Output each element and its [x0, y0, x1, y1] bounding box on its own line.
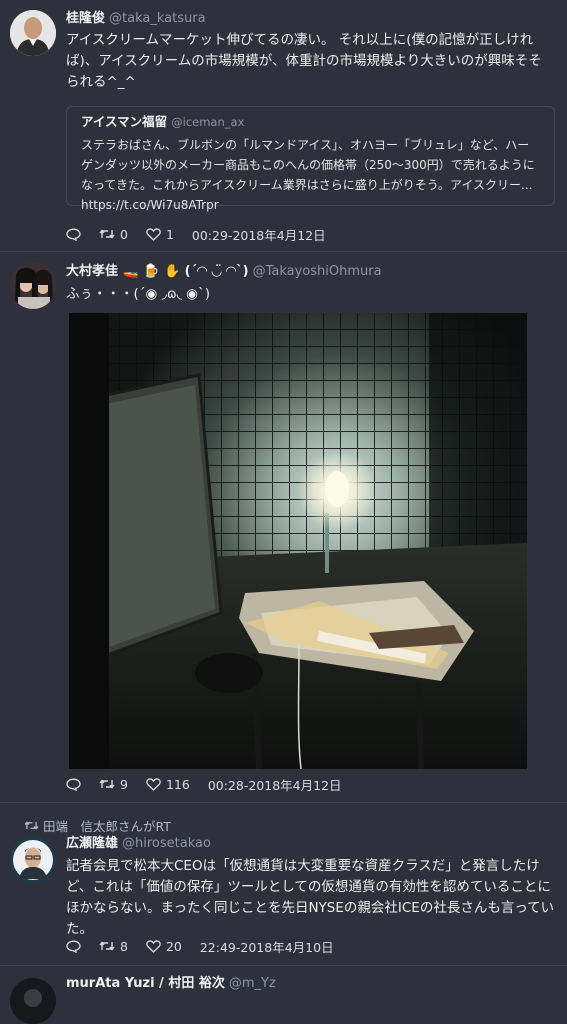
retweeted-by-label[interactable]: 田端 信太郎さんがRT [43, 816, 171, 835]
retweet-icon [99, 229, 115, 239]
username[interactable]: @hirosetakao [122, 836, 211, 851]
like-count: 116 [165, 776, 190, 792]
quoted-tweet-text: ステラおばさん、ブルボンの「ルマンドアイス」、オハヨー「ブリュレ」など、ハーゲン… [81, 138, 535, 212]
tweet-text: ふぅ・・・(´◉ ◞ɷ◟ ◉`) [66, 286, 210, 302]
reply-button[interactable] [66, 228, 81, 241]
retweet-icon [99, 779, 115, 789]
reply-icon [66, 778, 81, 791]
like-count: 20 [165, 938, 182, 954]
reply-icon [66, 228, 81, 241]
retweet-icon [24, 821, 39, 830]
retweet-count: 9 [120, 776, 128, 792]
quoted-username[interactable]: @iceman_ax [171, 115, 244, 129]
quoted-tweet-header: アイスマン福留 @iceman_ax [81, 113, 540, 132]
display-name[interactable]: 大村孝佳 🚤 🍺 ✋ (´◠ ◡̈ ◠`) [66, 264, 249, 279]
retweet-count: 0 [120, 226, 128, 242]
tweet[interactable]: 田端 信太郎さんがRT 広瀬隆雄 @hirosetakao 記者会見で松本大CEO… [0, 802, 567, 965]
tweet[interactable]: 大村孝佳 🚤 🍺 ✋ (´◠ ◡̈ ◠`) @TakayoshiOhmura ふぅ… [0, 251, 567, 802]
username[interactable]: @taka_katsura [109, 11, 206, 26]
like-button[interactable]: 116 [146, 777, 190, 792]
tweet-header: 大村孝佳 🚤 🍺 ✋ (´◠ ◡̈ ◠`) @TakayoshiOhmura [66, 263, 555, 281]
username[interactable]: @m_Yz [229, 976, 276, 991]
username[interactable]: @TakayoshiOhmura [253, 264, 382, 279]
retweet-count: 8 [120, 938, 128, 954]
like-count: 1 [165, 226, 174, 242]
heart-icon [146, 777, 161, 791]
avatar[interactable] [10, 978, 56, 1024]
tweet-header: 広瀬隆雄 @hirosetakao [66, 835, 555, 853]
tweet-photo[interactable] [69, 313, 527, 769]
reply-button[interactable] [66, 940, 81, 953]
like-button[interactable]: 1 [146, 227, 174, 242]
avatar[interactable] [10, 10, 56, 56]
retweet-icon [99, 941, 115, 951]
tweet-actions: 9 116 00:28-2018年4月12日 [66, 774, 342, 794]
avatar[interactable] [10, 263, 56, 309]
heart-icon [146, 939, 161, 953]
retweet-button[interactable]: 0 [99, 227, 128, 242]
display-name[interactable]: 桂隆俊 [66, 11, 105, 26]
tweet-actions: 8 20 22:49-2018年4月10日 [66, 936, 334, 956]
heart-icon [146, 227, 161, 241]
display-name[interactable]: 広瀬隆雄 [66, 836, 118, 851]
tweet-text: アイスクリームマーケット伸びてるの凄い。 それ以上に(僕の記憶が正しければ)、ア… [66, 32, 542, 90]
reply-icon [66, 940, 81, 953]
timestamp[interactable]: 00:29-2018年4月12日 [192, 225, 326, 244]
tweet[interactable]: 桂隆俊 @taka_katsura アイスクリームマーケット伸びてるの凄い。 それ… [0, 0, 567, 251]
avatar[interactable] [10, 837, 56, 883]
display-name[interactable]: murAta Yuzi / 村田 裕次 [66, 976, 225, 991]
quoted-display-name[interactable]: アイスマン福留 [81, 114, 167, 129]
timestamp[interactable]: 00:28-2018年4月12日 [208, 775, 342, 794]
retweeted-by: 田端 信太郎さんがRT [24, 816, 171, 835]
tweet-actions: 0 1 00:29-2018年4月12日 [66, 224, 326, 244]
tweet-header: murAta Yuzi / 村田 裕次 @m_Yz [66, 975, 555, 993]
quoted-tweet[interactable]: アイスマン福留 @iceman_ax ステラおばさん、ブルボンの「ルマンドアイス」… [66, 106, 555, 212]
tweet[interactable]: murAta Yuzi / 村田 裕次 @m_Yz [0, 965, 567, 1024]
retweet-button[interactable]: 8 [99, 939, 128, 954]
tweet-header: 桂隆俊 @taka_katsura [66, 10, 555, 28]
like-button[interactable]: 20 [146, 939, 182, 954]
photo-lamp-scene [69, 313, 527, 769]
retweet-button[interactable]: 9 [99, 777, 128, 792]
timestamp[interactable]: 22:49-2018年4月10日 [200, 937, 334, 956]
reply-button[interactable] [66, 778, 81, 791]
tweet-text: 記者会見で松本大CEOは「仮想通貨は大変重要な資産クラスだ」と発言したけど、これ… [66, 858, 555, 937]
